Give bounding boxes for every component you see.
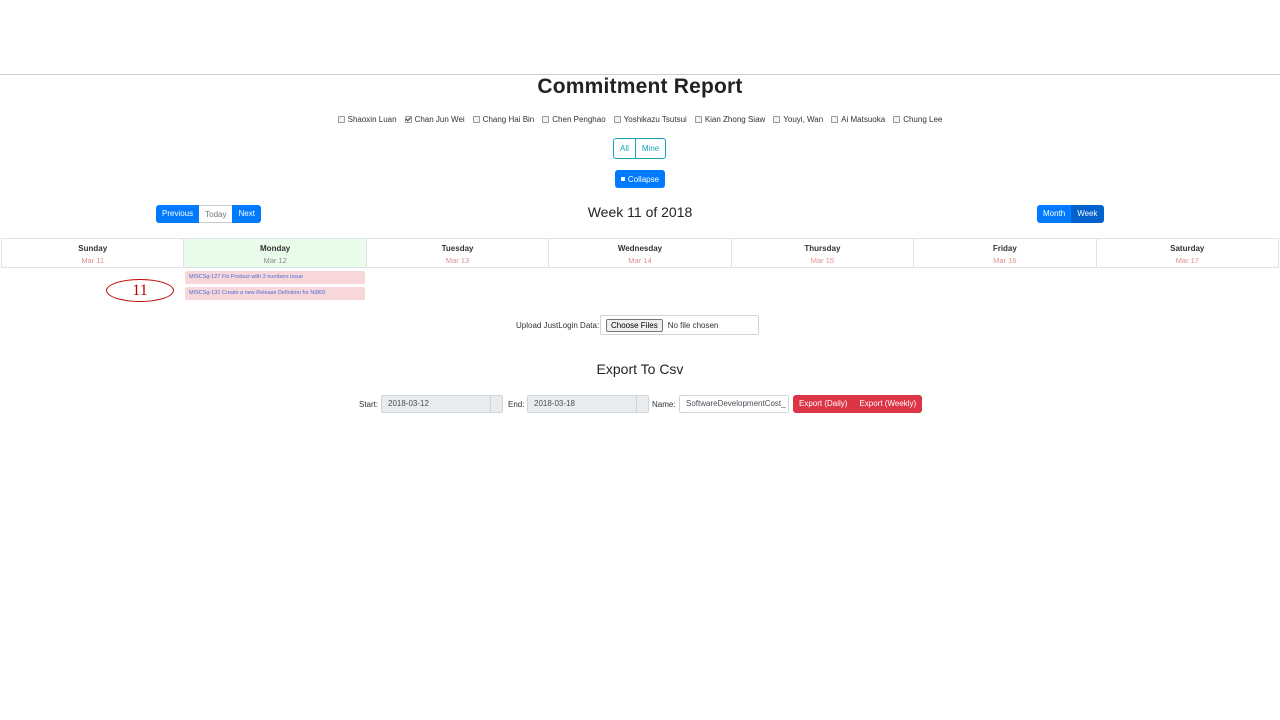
- user-checkbox-chang-hai-bin[interactable]: Chang Hai Bin: [472, 115, 535, 124]
- day-date: Mar 11: [81, 256, 105, 265]
- user-label: Ai Matsuoka: [841, 115, 886, 124]
- day-header-friday[interactable]: Friday Mar 16: [913, 239, 1095, 267]
- start-label: Start:: [359, 400, 379, 409]
- calendar-event[interactable]: MISCSg-131 Create a new Release Definiti…: [185, 287, 365, 300]
- user-label: Chung Lee: [903, 115, 943, 124]
- export-button-group: Export (Daily) Export (Weekly): [793, 395, 923, 413]
- calendar-event[interactable]: MISCSg-127 Fix Product with 3 numbers is…: [185, 271, 365, 284]
- day-name: Tuesday: [441, 244, 474, 253]
- export-weekly-button[interactable]: Export (Weekly): [853, 395, 923, 413]
- annotation-callout: 11: [106, 279, 174, 302]
- checkbox-icon[interactable]: [542, 116, 550, 123]
- checkbox-icon[interactable]: [337, 116, 345, 123]
- day-date: Mar 17: [1175, 256, 1199, 265]
- export-name-input[interactable]: SoftwareDevelopmentCost_: [679, 395, 789, 413]
- start-date-field[interactable]: 2018-03-12: [381, 395, 503, 413]
- week-view-button[interactable]: Week: [1071, 205, 1104, 223]
- user-label: Kian Zhong Siaw: [704, 115, 766, 124]
- upload-label: Upload JustLogin Data:: [516, 321, 600, 330]
- calendar-header: Sunday Mar 11 Monday Mar 12 Tuesday Mar 13 …: [1, 238, 1279, 268]
- checkbox-checked-icon[interactable]: [404, 116, 412, 123]
- user-checkbox-ai-matsuoka[interactable]: Ai Matsuoka: [831, 115, 885, 124]
- day-name: Sunday: [78, 244, 108, 253]
- filter-mine-button[interactable]: Mine: [634, 139, 665, 158]
- file-status: No file chosen: [667, 320, 719, 330]
- checkbox-icon[interactable]: [472, 116, 480, 123]
- month-view-button[interactable]: Month: [1037, 205, 1072, 223]
- user-checkbox-chen-penghao[interactable]: Chen Penghao: [542, 115, 606, 124]
- field-divider: [490, 396, 491, 412]
- checkbox-icon[interactable]: [694, 116, 702, 123]
- field-divider: [636, 396, 637, 412]
- checkbox-icon[interactable]: [893, 116, 901, 123]
- day-date: Mar 13: [445, 256, 470, 265]
- checkbox-icon[interactable]: [831, 116, 839, 123]
- user-label: Chang Hai Bin: [482, 115, 535, 124]
- annotation-label: 11: [132, 281, 148, 299]
- collapse-button[interactable]: Collapse: [615, 170, 665, 188]
- user-checkbox-chan-jun-wei[interactable]: Chan Jun Wei: [404, 115, 465, 124]
- page-title: Commitment Report: [537, 75, 743, 98]
- day-header-monday[interactable]: Monday Mar 12: [183, 239, 366, 267]
- day-header-wednesday[interactable]: Wednesday Mar 14: [548, 239, 730, 267]
- day-name: Saturday: [1170, 244, 1205, 253]
- user-label: Yoshikazu Tsutsui: [623, 115, 687, 124]
- export-daily-button[interactable]: Export (Daily): [793, 395, 854, 413]
- day-name: Wednesday: [617, 244, 663, 253]
- day-date: Mar 15: [810, 256, 835, 265]
- name-label: Name:: [652, 400, 676, 409]
- day-date: Mar 14: [628, 256, 652, 265]
- checkbox-icon[interactable]: [613, 116, 621, 123]
- user-checkbox-kian-zhong-siaw[interactable]: Kian Zhong Siaw: [694, 115, 766, 124]
- user-label: Chan Jun Wei: [414, 115, 465, 124]
- day-header-sunday[interactable]: Sunday Mar 11: [2, 239, 183, 267]
- day-name: Monday: [260, 244, 291, 253]
- day-header-saturday[interactable]: Saturday Mar 17: [1095, 239, 1278, 267]
- filter-all-button[interactable]: All: [614, 139, 635, 158]
- user-checkbox-shaoxin-luan[interactable]: Shaoxin Luan: [337, 115, 397, 124]
- day-header-tuesday[interactable]: Tuesday Mar 13: [365, 239, 548, 267]
- view-toggle-group: Month Week: [1037, 205, 1104, 223]
- day-name: Thursday: [804, 244, 841, 253]
- checkbox-icon[interactable]: [773, 116, 781, 123]
- user-filter-list: Shaoxin Luan Chan Jun Wei Chang Hai Bin …: [0, 115, 1280, 124]
- choose-files-button[interactable]: Choose Files: [606, 318, 663, 332]
- user-checkbox-youyi-wan[interactable]: Youyi, Wan: [773, 115, 823, 124]
- start-date-value: 2018-03-12: [388, 399, 429, 408]
- day-date: Mar 16: [993, 256, 1017, 265]
- day-name: Friday: [992, 244, 1017, 253]
- file-input[interactable]: Choose Files No file chosen: [600, 315, 759, 335]
- collapse-label: Collapse: [627, 174, 660, 184]
- user-label: Youyi, Wan: [783, 115, 824, 124]
- day-date: Mar 12: [263, 256, 287, 265]
- end-date-field[interactable]: 2018-03-18: [527, 395, 649, 413]
- collapse-square-icon: [620, 177, 625, 181]
- end-date-value: 2018-03-18: [534, 399, 575, 408]
- end-label: End:: [508, 400, 525, 409]
- day-header-thursday[interactable]: Thursday Mar 15: [730, 239, 913, 267]
- user-checkbox-chung-lee[interactable]: Chung Lee: [893, 115, 942, 124]
- user-label: Shaoxin Luan: [347, 115, 397, 124]
- user-label: Chen Penghao: [552, 115, 606, 124]
- export-title: Export To Csv: [596, 361, 684, 377]
- user-checkbox-yoshikazu-tsutsui[interactable]: Yoshikazu Tsutsui: [613, 115, 687, 124]
- scope-filter-group: All Mine: [613, 138, 667, 159]
